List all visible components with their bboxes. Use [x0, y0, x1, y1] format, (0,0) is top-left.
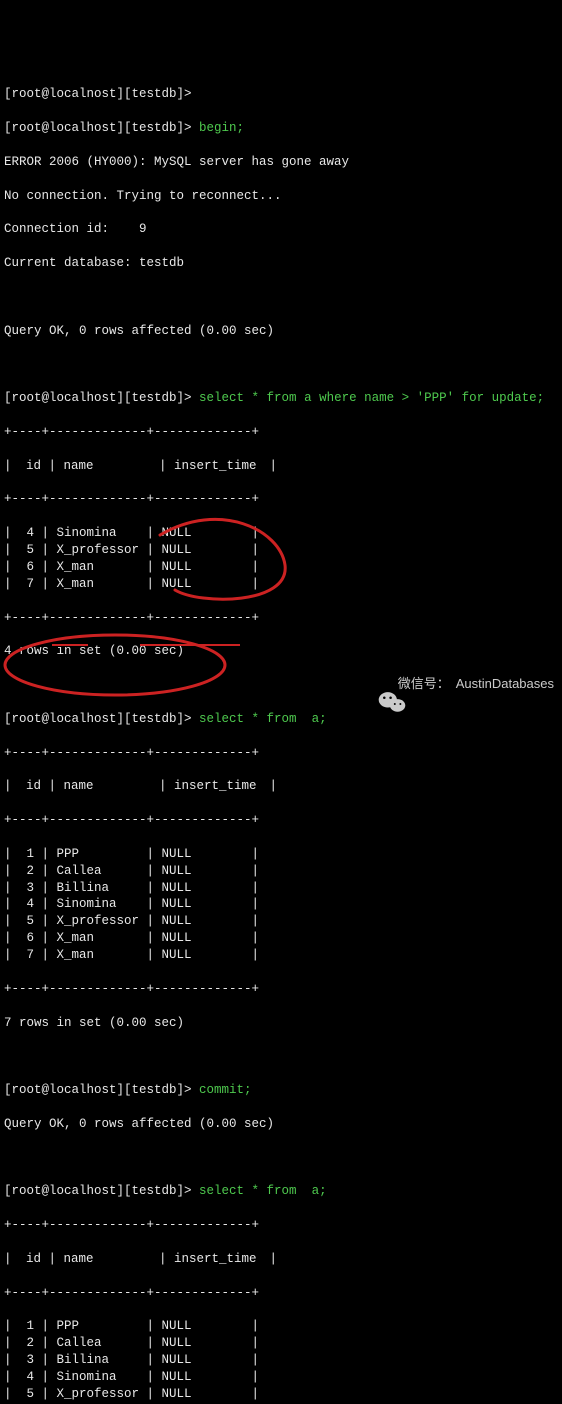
result-table-2: | 1 | PPP | NULL || 2 | Callea | NULL ||… [4, 846, 558, 964]
table-row: | 6 | X_man | NULL | [4, 559, 558, 576]
query-ok-1: Query OK, 0 rows affected (0.00 sec) [4, 323, 558, 340]
table-row: | 1 | PPP | NULL | [4, 846, 558, 863]
watermark-account: AustinDatabases [456, 675, 554, 693]
connection-id: Connection id: 9 [4, 221, 558, 238]
table-divider: +----+-------------+-------------+ [4, 812, 558, 829]
cmd-select-all-2: select * from a; [199, 1184, 327, 1198]
table-divider: +----+-------------+-------------+ [4, 981, 558, 998]
wechat-watermark: 微信号： AustinDatabases [364, 672, 554, 696]
table-divider: +----+-------------+-------------+ [4, 1217, 558, 1234]
cmd-select-all-1: select * from a; [199, 712, 327, 726]
query-ok-2: Query OK, 0 rows affected (0.00 sec) [4, 1116, 558, 1133]
prompt-line-select1: [root@localhost][testdb]> select * from … [4, 390, 558, 407]
table-divider: +----+-------------+-------------+ [4, 1285, 558, 1302]
error-line-2: No connection. Trying to reconnect... [4, 188, 558, 205]
table-header: | id | name | insert_time | [4, 778, 558, 795]
prompt-line-commit: [root@localhost][testdb]> commit; [4, 1082, 558, 1099]
table-row: | 7 | X_man | NULL | [4, 576, 558, 593]
cmd-begin: begin; [199, 121, 244, 135]
prompt-line-select3: [root@localhost][testdb]> select * from … [4, 1183, 558, 1200]
table-row: | 5 | X_professor | NULL | [4, 1386, 558, 1403]
rows-4: 4 rows in set (0.00 sec) [4, 643, 558, 660]
table-row: | 7 | X_man | NULL | [4, 947, 558, 964]
prompt-line-select2: [root@localhost][testdb]> select * from … [4, 711, 558, 728]
cmd-select-for-update: select * from a where name > 'PPP' for u… [199, 391, 544, 405]
current-db: Current database: testdb [4, 255, 558, 272]
table-row: | 1 | PPP | NULL | [4, 1318, 558, 1335]
terminal-output: [root@localnost][testdb]> [root@localhos… [0, 68, 562, 1404]
rows-7: 7 rows in set (0.00 sec) [4, 1015, 558, 1032]
table-row: | 6 | X_man | NULL | [4, 1403, 558, 1404]
watermark-label: 微信号： [398, 675, 450, 693]
wechat-icon [364, 672, 392, 696]
table-row: | 2 | Callea | NULL | [4, 1335, 558, 1352]
table-divider: +----+-------------+-------------+ [4, 610, 558, 627]
table-row: | 4 | Sinomina | NULL | [4, 1369, 558, 1386]
table-row: | 3 | Billina | NULL | [4, 880, 558, 897]
table-row: | 4 | Sinomina | NULL | [4, 896, 558, 913]
table-header: | id | name | insert_time | [4, 1251, 558, 1268]
table-row: | 2 | Callea | NULL | [4, 863, 558, 880]
prompt-line-cut: [root@localnost][testdb]> [4, 86, 558, 103]
error-line-1: ERROR 2006 (HY000): MySQL server has gon… [4, 154, 558, 171]
prompt-line-begin: [root@localhost][testdb]> begin; [4, 120, 558, 137]
result-table-1: | 4 | Sinomina | NULL || 5 | X_professor… [4, 525, 558, 593]
table-row: | 6 | X_man | NULL | [4, 930, 558, 947]
cmd-commit: commit; [199, 1083, 252, 1097]
table-divider: +----+-------------+-------------+ [4, 491, 558, 508]
table-header: | id | name | insert_time | [4, 458, 558, 475]
table-divider: +----+-------------+-------------+ [4, 424, 558, 441]
table-row: | 5 | X_professor | NULL | [4, 542, 558, 559]
table-row: | 4 | Sinomina | NULL | [4, 525, 558, 542]
table-divider: +----+-------------+-------------+ [4, 745, 558, 762]
table-row: | 5 | X_professor | NULL | [4, 913, 558, 930]
result-table-3: | 1 | PPP | NULL || 2 | Callea | NULL ||… [4, 1318, 558, 1404]
table-row: | 3 | Billina | NULL | [4, 1352, 558, 1369]
